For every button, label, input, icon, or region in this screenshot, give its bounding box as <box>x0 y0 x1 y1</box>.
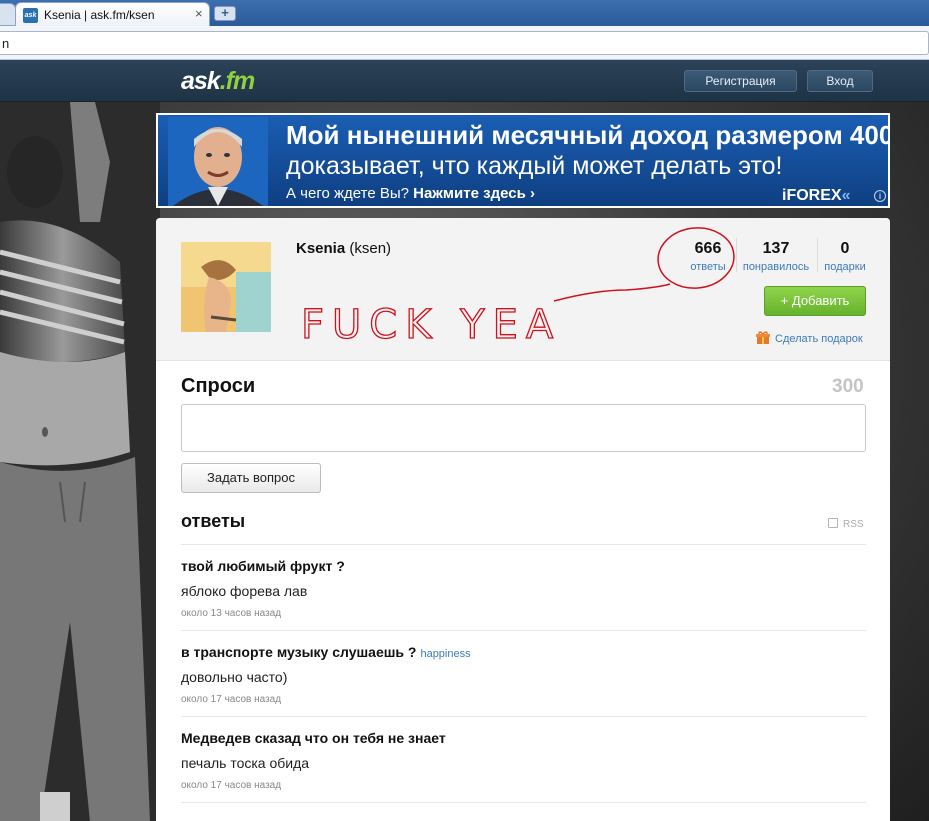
iforex-logo: iFOREX« <box>782 187 850 205</box>
answers-count: 666 <box>694 240 722 257</box>
question-tag[interactable]: happiness <box>420 648 470 660</box>
answer-text: печаль тоска обида <box>181 755 310 771</box>
ad-banner[interactable]: Мой нынешний месячный доход размером 400… <box>156 113 890 208</box>
gift-icon <box>756 331 770 344</box>
login-button[interactable]: Вход <box>807 70 873 92</box>
gifts-count: 0 <box>840 240 850 257</box>
stat-answers[interactable]: 666 ответы <box>683 240 733 273</box>
make-gift-link[interactable]: Сделать подарок <box>756 331 863 345</box>
add-friend-button[interactable]: + Добавить <box>764 286 866 316</box>
browser-tabstrip: ask Ksenia | ask.fm/ksen × + <box>0 0 929 26</box>
likes-count: 137 <box>762 240 790 257</box>
question-text[interactable]: в транспорте музыку слушаешь ? happiness <box>181 644 866 660</box>
ad-info-icon[interactable]: i <box>874 190 886 202</box>
url-input[interactable]: n <box>0 31 929 55</box>
answers-divider <box>181 630 866 631</box>
answer-text: довольно часто) <box>181 669 288 685</box>
askfm-favicon-icon: ask <box>23 8 38 23</box>
background-photo <box>0 102 160 821</box>
banner-cta-line: А чего ждете Вы? Нажмите здесь › <box>286 185 535 202</box>
url-text: n <box>2 36 10 51</box>
ask-char-counter: 300 <box>832 376 864 397</box>
new-tab-button[interactable]: + <box>214 6 236 21</box>
stat-gifts[interactable]: 0 подарки <box>821 240 869 273</box>
answer-time[interactable]: около 13 часов назад <box>181 608 866 619</box>
browser-address-bar: n <box>0 26 929 60</box>
answer-text: яблоко форева лав <box>181 583 308 599</box>
iforex-logo-text: iFOREX <box>782 187 842 204</box>
answers-divider <box>181 544 866 545</box>
banner-man-photo <box>168 117 268 206</box>
profile-avatar[interactable] <box>181 242 271 332</box>
annotation-text: FUCK YEA <box>301 302 561 348</box>
answers-label: ответы <box>690 261 726 273</box>
stat-likes[interactable]: 137 понравилось <box>741 240 811 273</box>
question-label: твой любимый фрукт ? <box>181 558 345 574</box>
list-item: твой любимый фрукт ? яблоко форева лав о… <box>181 558 866 619</box>
profile-header: Ksenia (ksen) 666 ответы 137 понравилось… <box>156 218 890 361</box>
stat-divider <box>736 238 737 272</box>
page-viewport: ask.fm Регистрация Вход Мой нынешний мес… <box>0 60 929 821</box>
make-gift-label: Сделать подарок <box>775 333 863 345</box>
site-header: ask.fm Регистрация Вход <box>0 60 929 102</box>
browser-tab-previous[interactable] <box>0 3 16 26</box>
browser-tab-active[interactable]: ask Ksenia | ask.fm/ksen × <box>15 2 210 26</box>
answers-divider <box>181 716 866 717</box>
question-label: Медведев сказад что он тебя не знает <box>181 730 446 746</box>
logo-main-text: ask <box>181 67 221 95</box>
question-label: в транспорте музыку слушаешь ? <box>181 644 417 660</box>
profile-name: Ksenia (ksen) <box>296 240 391 257</box>
profile-card: Ksenia (ksen) 666 ответы 137 понравилось… <box>156 218 890 821</box>
answers-title: ответы <box>181 511 246 531</box>
gifts-label: подарки <box>824 261 866 273</box>
question-input[interactable] <box>181 404 866 452</box>
askfm-logo[interactable]: ask.fm <box>181 67 255 96</box>
close-tab-icon[interactable]: × <box>195 7 203 21</box>
stat-divider <box>817 238 818 272</box>
list-item: Медведев сказад что он тебя не знает печ… <box>181 730 866 791</box>
register-button[interactable]: Регистрация <box>684 70 797 92</box>
profile-username: (ksen) <box>349 240 392 257</box>
ask-question-button[interactable]: Задать вопрос <box>181 463 321 493</box>
answer-time[interactable]: около 17 часов назад <box>181 780 866 791</box>
browser-tab-title: Ksenia | ask.fm/ksen <box>44 8 155 22</box>
rss-label: RSS <box>843 519 864 530</box>
ask-title: Спроси <box>181 375 256 397</box>
logo-suffix-text: .fm <box>219 67 255 95</box>
iforex-arrow-icon: « <box>841 187 851 204</box>
answers-divider <box>181 802 866 803</box>
question-text[interactable]: твой любимый фрукт ? <box>181 558 866 574</box>
profile-display-name: Ksenia <box>296 240 346 257</box>
banner-subheadline: доказывает, что каждый может делать это! <box>286 152 783 180</box>
question-text[interactable]: Медведев сказад что он тебя не знает <box>181 730 866 746</box>
answer-time[interactable]: около 17 часов назад <box>181 694 866 705</box>
banner-cta-link[interactable]: Нажмите здесь › <box>413 185 535 202</box>
likes-label: понравилось <box>742 261 810 273</box>
banner-cta-prefix: А чего ждете Вы? <box>286 185 414 202</box>
rss-icon <box>828 518 838 528</box>
banner-headline: Мой нынешний месячный доход размером 400… <box>286 120 890 150</box>
rss-link[interactable]: RSS <box>828 518 864 530</box>
list-item: в транспорте музыку слушаешь ? happiness … <box>181 644 866 705</box>
